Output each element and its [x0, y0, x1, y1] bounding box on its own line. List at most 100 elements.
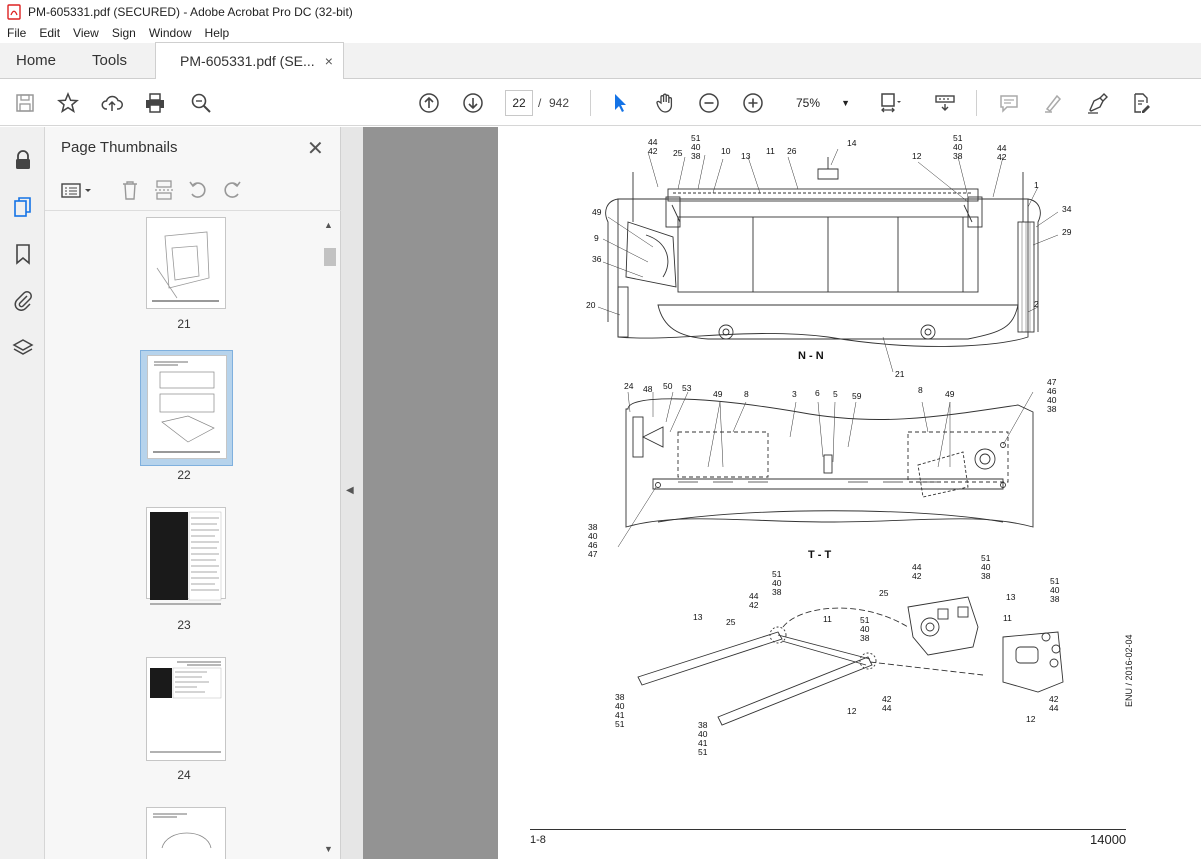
thumbnail-page-22[interactable] [147, 355, 227, 459]
scroll-down-icon[interactable]: ▼ [324, 844, 333, 854]
rotate-right-icon[interactable] [221, 179, 243, 201]
layers-icon[interactable] [11, 336, 35, 360]
tab-document-label: PM-605331.pdf (SE... [180, 53, 315, 69]
star-icon[interactable] [56, 91, 80, 115]
callout-label: 20 [586, 300, 596, 310]
zoom-in-icon[interactable] [741, 91, 765, 115]
callout-label: 38 [772, 587, 782, 597]
close-icon[interactable]: ✕ [307, 136, 324, 161]
callout-label: 8 [744, 389, 749, 399]
hand-pan-icon[interactable] [653, 91, 677, 115]
thumbnail-drawing [150, 661, 222, 753]
zoom-search-icon[interactable] [189, 91, 213, 115]
bookmark-icon[interactable] [11, 242, 35, 266]
thumbnail-page-21[interactable] [146, 217, 226, 309]
highlight-pen-icon[interactable] [1041, 91, 1065, 115]
next-page-icon[interactable] [461, 91, 485, 115]
callout-label: 12 [912, 151, 922, 161]
callout-label: 47 [588, 549, 598, 559]
callout-label: 1 [1034, 180, 1039, 190]
thumbnail-drawing [152, 231, 219, 302]
section-label-nn: N - N [798, 350, 824, 362]
collapse-panel-icon[interactable]: ◀ [346, 485, 354, 496]
thumbnail-label: 24 [177, 768, 191, 782]
callout-label: 38 [1050, 594, 1060, 604]
callout-label: 9 [594, 233, 599, 243]
thumbnail-page-23[interactable] [146, 507, 226, 605]
callout-label: 42 [997, 152, 1007, 162]
zoom-out-icon[interactable] [697, 91, 721, 115]
document-page[interactable]: 44 42 51 40 38 25 10 13 11 26 14 12 51 4… [498, 127, 1201, 859]
left-rail [0, 127, 45, 859]
callout-label: 42 [912, 571, 922, 581]
callout-label: 11 [823, 614, 832, 624]
print-icon[interactable] [143, 91, 167, 115]
tab-document[interactable]: PM-605331.pdf (SE... × [155, 42, 344, 79]
callout-label: 25 [673, 148, 683, 158]
rotate-left-icon[interactable] [187, 179, 209, 201]
zoom-select[interactable]: 75% ▼ [786, 91, 856, 115]
page-number-input[interactable]: 22 [505, 90, 533, 116]
scroll-thumb[interactable] [324, 248, 336, 266]
page-thumbnails-icon[interactable] [11, 195, 35, 219]
thumbnail-label: 22 [177, 468, 191, 482]
lock-icon[interactable] [11, 148, 35, 172]
save-icon[interactable] [13, 91, 37, 115]
attachment-paperclip-icon[interactable] [11, 288, 35, 312]
section-label-tt: T - T [808, 549, 832, 561]
thumbnail-page-25[interactable] [146, 807, 226, 859]
callout-label: 24 [624, 381, 634, 391]
thumbnail-tools [45, 171, 341, 211]
tab-home[interactable]: Home [0, 42, 72, 78]
menu-file[interactable]: File [0, 26, 32, 40]
thumbnail-scrollbar[interactable]: ▲ ▼ [322, 218, 338, 858]
callout-label: 38 [860, 633, 870, 643]
extract-pages-icon[interactable] [153, 179, 175, 201]
callout-label: 5 [833, 389, 838, 399]
menu-sign[interactable]: Sign [105, 26, 142, 40]
callout-label: 10 [721, 146, 731, 156]
fit-page-icon[interactable] [878, 91, 902, 115]
callout-label: 13 [693, 612, 703, 622]
toolbar-divider [976, 90, 977, 116]
callout-label: 49 [945, 389, 955, 399]
callout-label: 26 [787, 146, 797, 156]
callout-label: 42 [749, 600, 759, 610]
tab-close-icon[interactable]: × [325, 53, 333, 69]
callout-label: 44 [882, 703, 892, 713]
callout-label: 38 [691, 151, 701, 161]
callout-label: 44 [1049, 703, 1059, 713]
scroll-up-icon[interactable]: ▲ [324, 220, 333, 230]
previous-page-icon[interactable] [417, 91, 441, 115]
menu-edit[interactable]: Edit [32, 26, 66, 40]
callout-label: 11 [1003, 613, 1012, 623]
sign-pen-icon[interactable] [1085, 91, 1109, 115]
delete-trash-icon[interactable] [119, 179, 141, 201]
callout-label: 53 [682, 383, 692, 393]
thumbnail-page-24[interactable] [146, 657, 226, 761]
tab-tools[interactable]: Tools [72, 42, 155, 78]
callout-label: 21 [895, 369, 905, 379]
thumbnail-drawing [153, 361, 220, 453]
page-thumbnails-panel: Page Thumbnails ✕ 21 22 23 24 [45, 127, 341, 859]
thumbnail-drawing [150, 511, 222, 605]
scroll-mode-icon[interactable] [933, 91, 957, 115]
menu-window[interactable]: Window [142, 26, 198, 40]
edit-document-icon[interactable] [1129, 91, 1153, 115]
comment-icon[interactable] [997, 91, 1021, 115]
callout-label: 2 [1034, 299, 1039, 309]
menu-view[interactable]: View [66, 26, 105, 40]
window-title: PM-605331.pdf (SECURED) - Adobe Acrobat … [28, 4, 353, 19]
callout-label: 50 [663, 381, 673, 391]
callout-label: 42 [648, 146, 658, 156]
callout-label: 38 [953, 151, 963, 161]
upload-cloud-icon[interactable] [100, 91, 124, 115]
options-menu-icon[interactable] [59, 179, 95, 201]
menu-help[interactable]: Help [198, 26, 236, 40]
callout-label: 38 [981, 571, 991, 581]
tab-bar: Home Tools PM-605331.pdf (SE... × [0, 42, 1201, 79]
callout-label: 12 [847, 706, 857, 716]
select-cursor-icon[interactable] [608, 91, 632, 115]
callout-label: 49 [592, 207, 602, 217]
callout-label: 38 [1047, 404, 1057, 414]
